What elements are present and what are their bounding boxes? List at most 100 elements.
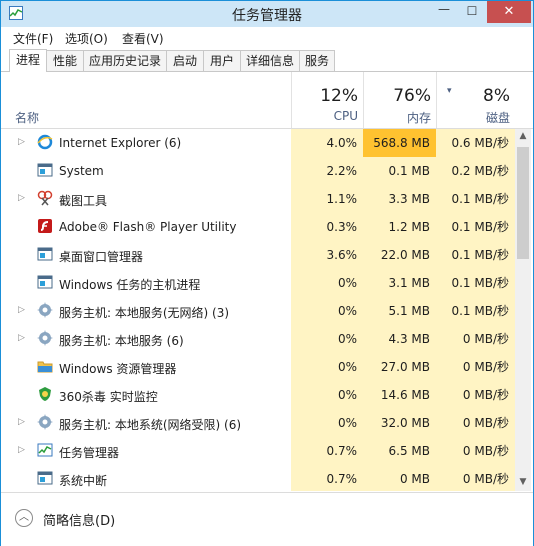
process-name: Internet Explorer (6) [59, 136, 182, 150]
system-interrupt-icon [37, 471, 53, 485]
tab-processes[interactable]: 进程 [9, 49, 47, 72]
scroll-thumb[interactable] [517, 147, 529, 259]
tab-details[interactable]: 详细信息 [240, 50, 300, 71]
process-disk: 0 MB/秒 [436, 381, 515, 409]
menu-bar: 文件(F) 选项(O) 查看(V) [1, 27, 533, 47]
process-row[interactable]: Windows 任务的主机进程 0% 3.1 MB 0.1 MB/秒 [1, 269, 515, 297]
process-memory: 0.1 MB [363, 157, 436, 185]
process-cpu: 0% [291, 269, 363, 297]
process-row[interactable]: 360杀毒 实时监控 0% 14.6 MB 0 MB/秒 [1, 381, 515, 409]
close-button[interactable]: ✕ [487, 1, 531, 23]
process-cpu: 0% [291, 381, 363, 409]
process-row[interactable]: ▷ 截图工具 1.1% 3.3 MB 0.1 MB/秒 [1, 185, 515, 213]
menu-file[interactable]: 文件(F) [13, 30, 53, 47]
column-memory-header[interactable]: 76% 内存 [363, 72, 437, 128]
process-cpu: 0% [291, 353, 363, 381]
expand-chevron-icon[interactable]: ▷ [18, 305, 25, 315]
process-row[interactable]: ▷ Internet Explorer (6) 4.0% 568.8 MB 0.6 MB… [1, 129, 515, 157]
process-row[interactable]: Adobe® Flash® Player Utility 0.3% 1.2 MB 0.… [1, 213, 515, 241]
process-memory: 4.3 MB [363, 325, 436, 353]
process-memory: 568.8 MB [363, 129, 436, 157]
process-row[interactable]: ▷ 服务主机: 本地系统(网络受限) (6) 0% 32.0 MB 0 MB/秒 [1, 409, 515, 437]
host-process-icon [37, 275, 53, 289]
tab-performance[interactable]: 性能 [46, 50, 84, 71]
antivirus-shield-icon [39, 387, 51, 401]
cpu-label: CPU [333, 109, 358, 123]
process-row[interactable]: 系统中断 0.7% 0 MB 0 MB/秒 [1, 465, 515, 491]
process-cpu: 0% [291, 325, 363, 353]
process-name: 服务主机: 本地服务(无网络) (3) [59, 306, 230, 320]
process-memory: 0 MB [363, 465, 436, 491]
process-name: 服务主机: 本地服务 (6) [59, 334, 184, 348]
process-cpu: 0.7% [291, 437, 363, 465]
process-name: Windows 任务的主机进程 [59, 278, 201, 292]
process-memory: 3.3 MB [363, 185, 436, 213]
process-row[interactable]: ▷ 服务主机: 本地服务(无网络) (3) 0% 5.1 MB 0.1 MB/秒 [1, 297, 515, 325]
service-gear-icon [37, 302, 53, 318]
snipping-tool-icon [37, 190, 53, 206]
process-disk: 0.1 MB/秒 [436, 241, 515, 269]
cpu-total: 12% [320, 86, 358, 106]
title-bar[interactable]: 任务管理器 — ☐ ✕ [1, 1, 533, 27]
tab-startup[interactable]: 启动 [166, 50, 204, 71]
process-list: ▷ Internet Explorer (6) 4.0% 568.8 MB 0.6 MB… [1, 129, 515, 491]
process-row[interactable]: ▷ 任务管理器 0.7% 6.5 MB 0 MB/秒 [1, 437, 515, 465]
process-name: Windows 资源管理器 [59, 362, 177, 376]
scroll-down-icon[interactable]: ▼ [515, 477, 531, 487]
expand-chevron-icon[interactable]: ▷ [18, 417, 25, 427]
process-cpu: 3.6% [291, 241, 363, 269]
process-name: 服务主机: 本地系统(网络受限) (6) [59, 418, 242, 432]
process-row[interactable]: System 2.2% 0.1 MB 0.2 MB/秒 [1, 157, 515, 185]
process-memory: 1.2 MB [363, 213, 436, 241]
process-disk: 0 MB/秒 [436, 437, 515, 465]
explorer-folder-icon [37, 361, 53, 373]
process-row[interactable]: 桌面窗口管理器 3.6% 22.0 MB 0.1 MB/秒 [1, 241, 515, 269]
column-cpu-header[interactable]: 12% CPU [291, 72, 364, 128]
tab-users[interactable]: 用户 [203, 50, 241, 71]
process-memory: 5.1 MB [363, 297, 436, 325]
expand-chevron-icon[interactable]: ▷ [18, 193, 25, 203]
process-disk: 0.6 MB/秒 [436, 129, 515, 157]
process-disk: 0.1 MB/秒 [436, 185, 515, 213]
collapse-chevron-icon[interactable]: ︿ [15, 509, 33, 527]
process-name: 桌面窗口管理器 [59, 250, 144, 264]
process-disk: 0 MB/秒 [436, 325, 515, 353]
tab-app-history[interactable]: 应用历史记录 [83, 50, 167, 71]
process-memory: 27.0 MB [363, 353, 436, 381]
process-memory: 14.6 MB [363, 381, 436, 409]
menu-options[interactable]: 选项(O) [65, 30, 108, 47]
disk-label: 磁盘 [485, 111, 510, 125]
column-disk-header[interactable]: ▾ 8% 磁盘 [436, 72, 516, 128]
tab-services[interactable]: 服务 [299, 50, 335, 71]
task-manager-icon [37, 443, 53, 457]
process-name: 截图工具 [59, 194, 108, 208]
process-cpu: 2.2% [291, 157, 363, 185]
maximize-button[interactable]: ☐ [459, 1, 485, 23]
menu-view[interactable]: 查看(V) [122, 30, 164, 47]
window-manager-icon [37, 247, 53, 261]
process-row[interactable]: Windows 资源管理器 0% 27.0 MB 0 MB/秒 [1, 353, 515, 381]
process-row[interactable]: ▷ 服务主机: 本地服务 (6) 0% 4.3 MB 0 MB/秒 [1, 325, 515, 353]
footer: ︿ 简略信息(D) [1, 492, 533, 546]
ie-icon [37, 134, 53, 150]
fewer-details-link[interactable]: 简略信息(D) [43, 510, 115, 529]
process-disk: 0.1 MB/秒 [436, 297, 515, 325]
expand-chevron-icon[interactable]: ▷ [18, 137, 25, 147]
sort-arrow-icon: ▾ [447, 86, 452, 96]
process-name: 360杀毒 实时监控 [59, 390, 158, 404]
vertical-scrollbar[interactable]: ▲ ▼ [515, 129, 531, 491]
expand-chevron-icon[interactable]: ▷ [18, 445, 25, 455]
system-icon [37, 163, 53, 177]
process-disk: 0.1 MB/秒 [436, 269, 515, 297]
minimize-button[interactable]: — [431, 1, 457, 23]
disk-total: 8% [483, 86, 510, 106]
process-cpu: 0.3% [291, 213, 363, 241]
process-memory: 22.0 MB [363, 241, 436, 269]
tab-strip: 进程 性能 应用历史记录 启动 用户 详细信息 服务 [1, 49, 533, 72]
scroll-up-icon[interactable]: ▲ [515, 131, 531, 141]
process-name: System [59, 164, 104, 178]
process-cpu: 0.7% [291, 465, 363, 491]
process-disk: 0.1 MB/秒 [436, 213, 515, 241]
expand-chevron-icon[interactable]: ▷ [18, 333, 25, 343]
column-name-header[interactable]: 名称 [15, 109, 39, 126]
